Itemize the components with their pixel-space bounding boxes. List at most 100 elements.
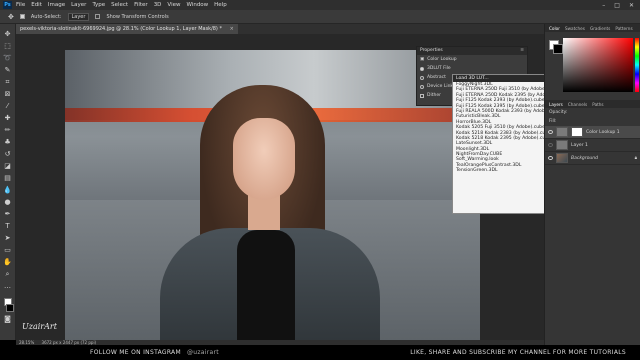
transform-controls-checkbox[interactable] [95, 14, 101, 19]
layer-mask-thumb[interactable] [571, 127, 583, 137]
footer-follow-text: FOLLOW ME ON INSTAGRAM [90, 349, 181, 356]
radio-abstract[interactable] [420, 75, 424, 80]
photoshop-logo[interactable]: Ps [3, 1, 12, 9]
tab-paths[interactable]: Paths [592, 102, 603, 107]
stamp-icon[interactable]: ♣ [3, 138, 12, 147]
menu-window[interactable]: Window [186, 2, 208, 8]
visibility-eye-icon[interactable] [548, 143, 553, 147]
lut-item[interactable]: Fuji ETERNA 250D Fuji 3510 (by Adobe).cu… [453, 87, 557, 92]
pen-icon[interactable]: ✒ [3, 210, 12, 219]
right-panel-dock: Color Swatches Gradients Patterns Layers… [544, 24, 640, 345]
auto-select-checkbox[interactable] [19, 14, 25, 19]
menu-3d[interactable]: 3D [154, 2, 162, 8]
tab-color[interactable]: Color [549, 26, 560, 31]
photo-face [233, 118, 295, 200]
move-tool-icon[interactable]: ✥ [8, 13, 14, 21]
menu-filter[interactable]: Filter [134, 2, 148, 8]
shape-icon[interactable]: ▭ [3, 246, 12, 255]
lasso-icon[interactable]: ➰ [3, 54, 12, 63]
marquee-icon[interactable]: ⬚ [3, 42, 12, 51]
eyedropper-icon[interactable]: ⁄ [3, 102, 12, 111]
radio-device-link[interactable] [420, 84, 424, 89]
tools-panel: ✥ ⬚ ➰ ✎ ⌗ ⊠ ⁄ ✚ ✏ ♣ ↺ ◪ ▤ 💧 ● ✒ T ➤ ▭ ✋ … [0, 24, 16, 340]
opacity-label: Opacity: [549, 110, 568, 115]
maximize-icon[interactable]: □ [614, 2, 620, 9]
video-footer-banner: FOLLOW ME ON INSTAGRAM @uzairart LIKE, S… [0, 345, 640, 360]
menu-edit[interactable]: Edit [31, 2, 42, 8]
menu-bar: Ps File Edit Image Layer Type Select Fil… [0, 0, 640, 10]
close-icon[interactable]: ✕ [629, 2, 634, 9]
frame-icon[interactable]: ⊠ [3, 90, 12, 99]
dodge-icon[interactable]: ● [3, 198, 12, 207]
zoom-icon[interactable]: ⌕ [3, 270, 12, 279]
adjustment-thumb [556, 127, 568, 137]
lock-icon: 🔒︎ [634, 156, 637, 161]
color-panel-tabs: Color Swatches Gradients Patterns [545, 24, 640, 32]
close-tab-icon[interactable]: × [230, 26, 234, 32]
background-thumb [556, 153, 568, 163]
menu-select[interactable]: Select [111, 2, 128, 8]
type-icon[interactable]: T [3, 222, 12, 231]
path-select-icon[interactable]: ➤ [3, 234, 12, 243]
color-field[interactable] [563, 38, 633, 92]
brush-icon[interactable]: ✏ [3, 126, 12, 135]
label-device-link: Device Link [427, 84, 454, 89]
auto-select-dropdown[interactable]: Layer [67, 12, 90, 21]
label-dither: Dither [427, 93, 441, 98]
layer-row-color-lookup[interactable]: Color Lookup 1 [545, 126, 640, 139]
menu-file[interactable]: File [16, 2, 25, 8]
document-tab[interactable]: pexels-viktoria-slotinaklt-6969924.jpg @… [16, 24, 238, 34]
document-tab-title: pexels-viktoria-slotinaklt-6969924.jpg @… [20, 26, 222, 32]
healing-brush-icon[interactable]: ✚ [3, 114, 12, 123]
menu-image[interactable]: Image [48, 2, 65, 8]
menu-view[interactable]: View [167, 2, 180, 8]
quick-mask-icon[interactable]: ◙ [3, 315, 12, 324]
footer-subscribe-text: LIKE, SHARE AND SUBSCRIBE MY CHANNEL FOR… [410, 349, 626, 356]
checkbox-dither[interactable] [420, 93, 424, 98]
hue-slider[interactable] [635, 38, 639, 92]
layer-row-layer-1[interactable]: Layer 1 [545, 139, 640, 152]
fill-label: Fill: [549, 119, 557, 124]
more-tools-icon[interactable]: … [3, 282, 12, 291]
adjustment-layer-icon: ▣ [420, 57, 425, 62]
menu-layer[interactable]: Layer [71, 2, 86, 8]
radio-3dlut-file[interactable] [420, 66, 424, 71]
load-3d-lut-option[interactable]: Load 3D LUT... [453, 75, 557, 82]
layers-panel: Layers Channels Paths Opacity: Fill: Col… [545, 100, 640, 300]
watermark-logo: UzairArt [22, 322, 57, 331]
panel-menu-icon[interactable]: ≡ [520, 47, 524, 55]
layer-row-background[interactable]: Background 🔒︎ [545, 152, 640, 165]
move-icon[interactable]: ✥ [3, 30, 12, 39]
instagram-handle: @uzairart [186, 349, 219, 356]
tab-gradients[interactable]: Gradients [590, 26, 610, 31]
visibility-eye-icon[interactable] [548, 156, 553, 160]
quick-select-icon[interactable]: ✎ [3, 66, 12, 75]
lut-item[interactable]: TensionGreen.3DL [453, 168, 557, 173]
lut-item[interactable]: Fuji F125 Kodak 2393 (by Adobe).cube [453, 98, 557, 103]
tab-patterns[interactable]: Patterns [615, 26, 632, 31]
menu-help[interactable]: Help [214, 2, 227, 8]
tab-swatches[interactable]: Swatches [565, 26, 585, 31]
label-abstract: Abstract [427, 75, 446, 80]
lut-item[interactable]: Kodak 5205 Fuji 3510 (by Adobe).cube [453, 125, 557, 130]
layer-name: Color Lookup 1 [586, 129, 620, 135]
hand-icon[interactable]: ✋ [3, 258, 12, 267]
color-panel-background[interactable] [553, 44, 563, 54]
visibility-eye-icon[interactable] [548, 130, 553, 134]
label-3dlut-file: 3DLUT File [427, 66, 451, 71]
gradient-icon[interactable]: ▤ [3, 174, 12, 183]
eraser-icon[interactable]: ◪ [3, 162, 12, 171]
history-brush-icon[interactable]: ↺ [3, 150, 12, 159]
blur-icon[interactable]: 💧 [3, 186, 12, 195]
document-tab-bar: pexels-viktoria-slotinaklt-6969924.jpg @… [16, 24, 544, 34]
minimize-icon[interactable]: – [602, 2, 605, 9]
photo-shirt [237, 230, 295, 340]
transform-controls-label: Show Transform Controls [106, 13, 169, 20]
background-color-swatch[interactable] [6, 304, 14, 312]
properties-title: Properties [420, 48, 443, 53]
crop-icon[interactable]: ⌗ [3, 78, 12, 87]
tab-channels[interactable]: Channels [568, 102, 587, 107]
menu-type[interactable]: Type [92, 2, 105, 8]
tab-layers[interactable]: Layers [549, 102, 563, 107]
lut-dropdown-list: Load 3D LUT... FoggyNight.3DL Fuji ETERN… [452, 74, 558, 214]
